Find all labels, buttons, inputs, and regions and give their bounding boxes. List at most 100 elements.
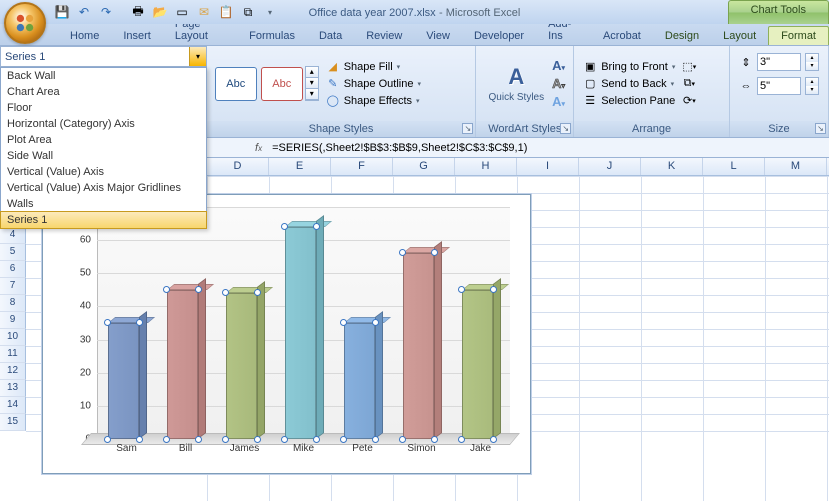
dropdown-arrow-icon[interactable]: ▾ — [189, 47, 206, 66]
selection-handle[interactable] — [340, 436, 347, 443]
selection-handle[interactable] — [104, 319, 111, 326]
dropdown-item[interactable]: Vertical (Value) Axis Major Gridlines — [1, 180, 206, 196]
dialog-launcher-icon[interactable]: ↘ — [560, 123, 571, 134]
shape-effects-button[interactable]: ◯Shape Effects▾ — [323, 93, 424, 109]
column-header[interactable]: K — [641, 158, 703, 175]
quick-styles-button[interactable]: A Quick Styles — [485, 62, 549, 105]
redo-icon[interactable]: ↷ — [98, 4, 114, 20]
dropdown-item[interactable]: Side Wall — [1, 148, 206, 164]
column-header[interactable]: I — [517, 158, 579, 175]
dropdown-item[interactable]: Horizontal (Category) Axis — [1, 116, 206, 132]
dropdown-item[interactable]: Walls — [1, 196, 206, 212]
tab-formulas[interactable]: Formulas — [237, 27, 307, 45]
bar[interactable] — [344, 323, 376, 439]
plot-area[interactable] — [97, 207, 510, 439]
selection-pane-button[interactable]: ☰Selection Pane — [580, 93, 678, 109]
chart-element-selector[interactable]: Series 1 ▾ — [0, 46, 207, 67]
selection-handle[interactable] — [281, 223, 288, 230]
column-header[interactable]: J — [579, 158, 641, 175]
tab-data[interactable]: Data — [307, 27, 354, 45]
bar[interactable] — [108, 323, 140, 439]
send-to-back-button[interactable]: ▢Send to Back▾ — [580, 76, 678, 92]
dialog-launcher-icon[interactable]: ↘ — [815, 123, 826, 134]
dropdown-item[interactable]: Floor — [1, 100, 206, 116]
print-icon[interactable]: 🖶 — [130, 4, 146, 20]
tab-home[interactable]: Home — [58, 27, 111, 45]
row-header[interactable]: 12 — [0, 363, 26, 380]
tab-developer[interactable]: Developer — [462, 27, 536, 45]
selection-handle[interactable] — [163, 286, 170, 293]
bar[interactable] — [167, 290, 199, 439]
row-header[interactable]: 4 — [0, 227, 26, 244]
row-header[interactable]: 6 — [0, 261, 26, 278]
text-outline-button[interactable]: A▾ — [552, 76, 565, 91]
tab-layout[interactable]: Layout — [711, 27, 768, 45]
tab-review[interactable]: Review — [354, 27, 414, 45]
office-button[interactable] — [4, 2, 46, 44]
spinner[interactable]: ▴▾ — [805, 77, 819, 95]
tab-format[interactable]: Format — [768, 26, 829, 45]
dropdown-item[interactable]: Back Wall — [1, 68, 206, 84]
dropdown-item[interactable]: Series 1 — [0, 211, 207, 229]
row-header[interactable]: 14 — [0, 397, 26, 414]
selection-handle[interactable] — [222, 436, 229, 443]
paste-icon[interactable]: 📋 — [218, 4, 234, 20]
tab-design[interactable]: Design — [653, 27, 711, 45]
text-fill-button[interactable]: A▾ — [552, 58, 565, 73]
shape-fill-button[interactable]: ◢Shape Fill▾ — [323, 59, 424, 75]
tab-insert[interactable]: Insert — [111, 27, 163, 45]
shape-style-preset[interactable]: Abc — [261, 67, 303, 101]
fx-icon[interactable]: fx — [249, 142, 268, 154]
selection-handle[interactable] — [458, 286, 465, 293]
dropdown-item[interactable]: Plot Area — [1, 132, 206, 148]
copy-icon[interactable]: ⧉ — [240, 4, 256, 20]
row-header[interactable]: 15 — [0, 414, 26, 431]
shape-outline-button[interactable]: ✎Shape Outline▾ — [323, 76, 424, 92]
shape-style-preset[interactable]: Abc — [215, 67, 257, 101]
gallery-scroll[interactable]: ▴▾▾ — [305, 66, 319, 101]
row-header[interactable]: 10 — [0, 329, 26, 346]
selection-handle[interactable] — [281, 436, 288, 443]
save-icon[interactable]: 💾 — [54, 4, 70, 20]
qat-dropdown-icon[interactable]: ▾ — [262, 4, 278, 20]
tab-view[interactable]: View — [414, 27, 462, 45]
column-header[interactable]: G — [393, 158, 455, 175]
bar[interactable] — [285, 227, 317, 439]
dropdown-item[interactable]: Chart Area — [1, 84, 206, 100]
text-effects-button[interactable]: A▾ — [552, 94, 565, 109]
chart-object[interactable]: 010203040506070 SamBillJamesMikePeteSimo… — [42, 194, 531, 474]
row-header[interactable]: 9 — [0, 312, 26, 329]
column-header[interactable]: M — [765, 158, 827, 175]
selection-handle[interactable] — [222, 289, 229, 296]
row-header[interactable]: 13 — [0, 380, 26, 397]
dropdown-item[interactable]: Vertical (Value) Axis — [1, 164, 206, 180]
bar[interactable] — [226, 293, 258, 439]
bar[interactable] — [403, 253, 435, 439]
column-header[interactable]: F — [331, 158, 393, 175]
selection-handle[interactable] — [399, 436, 406, 443]
row-header[interactable]: 11 — [0, 346, 26, 363]
series-1[interactable] — [97, 207, 510, 439]
align-icon[interactable]: ⬚▾ — [682, 60, 696, 74]
bring-to-front-button[interactable]: ▣Bring to Front▾ — [580, 59, 678, 75]
formula-input[interactable]: =SERIES(,Sheet2!$B$3:$B$9,Sheet2!$C$3:$C… — [268, 142, 527, 154]
rotate-icon[interactable]: ⟳▾ — [682, 94, 696, 108]
selection-handle[interactable] — [340, 319, 347, 326]
selection-handle[interactable] — [104, 436, 111, 443]
row-header[interactable]: 7 — [0, 278, 26, 295]
spinner[interactable]: ▴▾ — [805, 53, 819, 71]
new-icon[interactable]: ▭ — [174, 4, 190, 20]
column-header[interactable]: H — [455, 158, 517, 175]
undo-icon[interactable]: ↶ — [76, 4, 92, 20]
row-header[interactable]: 5 — [0, 244, 26, 261]
bar[interactable] — [462, 290, 494, 439]
selection-handle[interactable] — [163, 436, 170, 443]
row-header[interactable]: 8 — [0, 295, 26, 312]
group-icon[interactable]: ⧉▾ — [682, 77, 696, 91]
selection-handle[interactable] — [458, 436, 465, 443]
column-header[interactable]: L — [703, 158, 765, 175]
height-input[interactable] — [757, 53, 801, 71]
column-header[interactable]: E — [269, 158, 331, 175]
width-input[interactable] — [757, 77, 801, 95]
mail-icon[interactable]: ✉ — [196, 4, 212, 20]
